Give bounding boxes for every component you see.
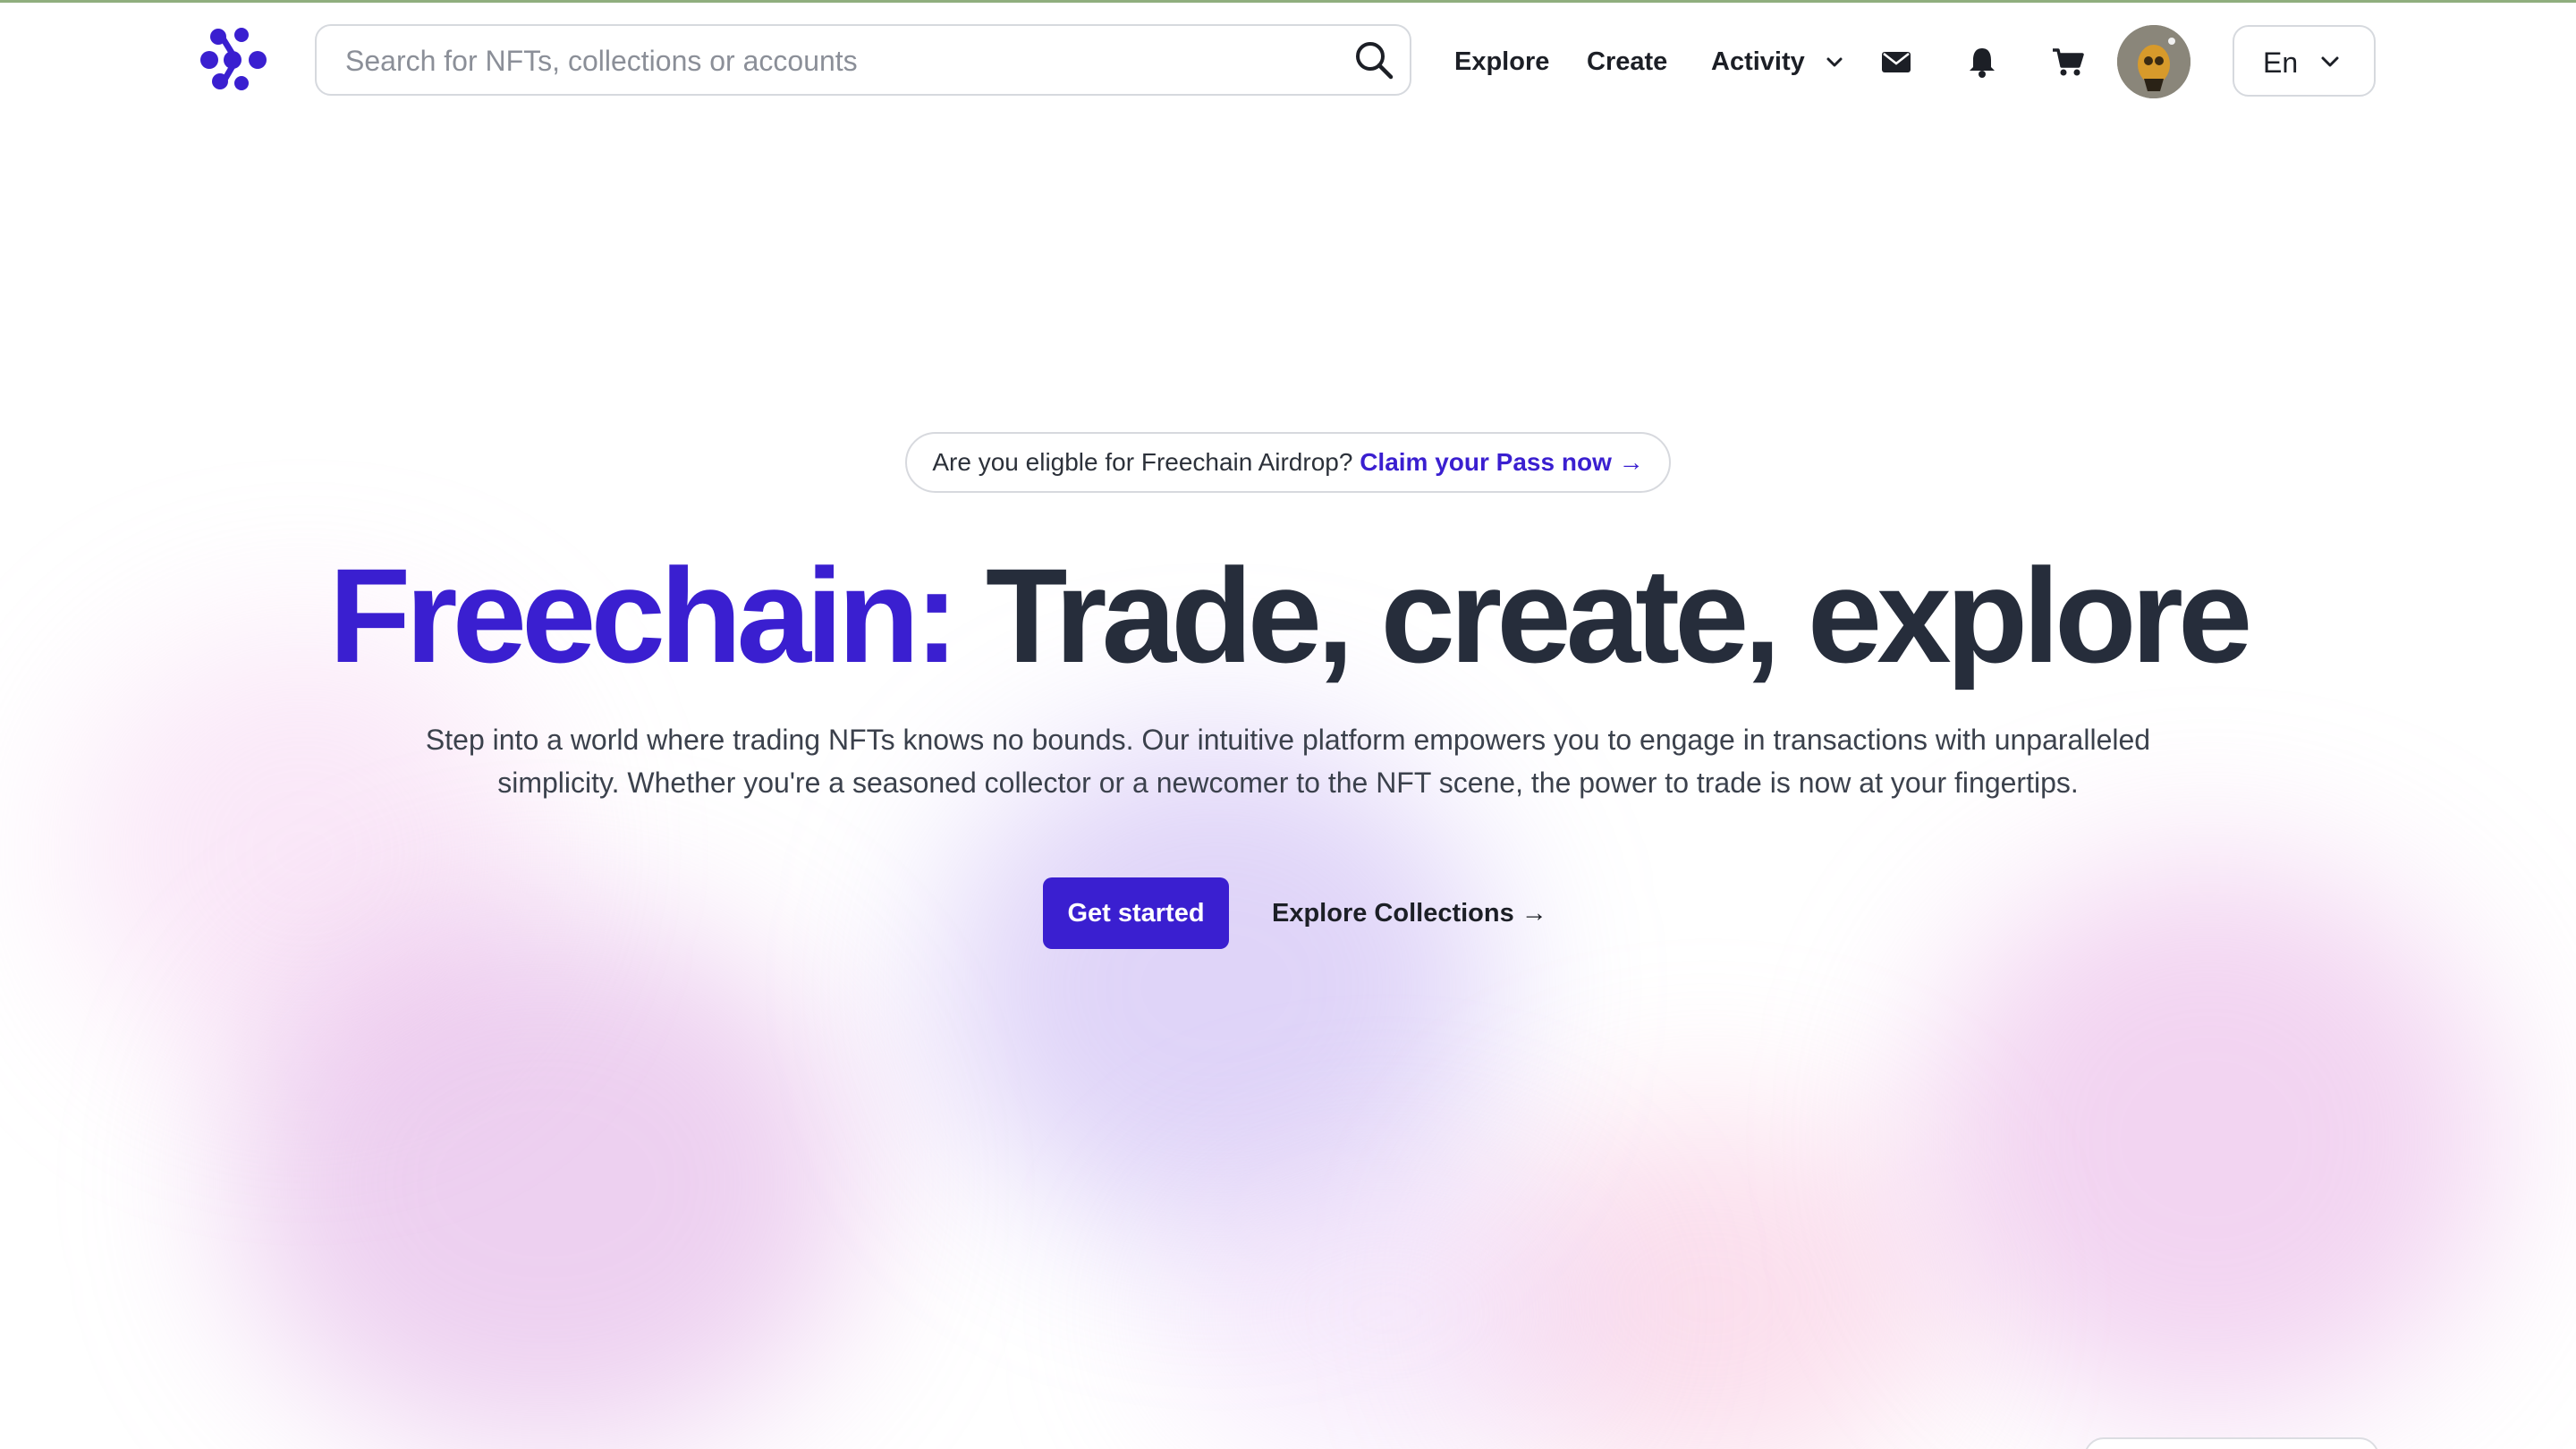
bell-icon[interactable] [1964, 44, 2000, 80]
background-blob [939, 736, 1494, 1237]
cart-icon[interactable] [2050, 44, 2086, 80]
hero-title: Freechain: Trade, create, explore [0, 539, 2576, 691]
explore-collections-link[interactable]: Explore Collections → [1272, 895, 1547, 931]
get-started-button[interactable]: Get started [1043, 877, 1229, 949]
page: Explore Create Activity [0, 0, 2576, 1449]
chevron-down-icon [2321, 56, 2339, 67]
nav-activity-dropdown[interactable]: Activity [1711, 44, 1805, 80]
background-blob [1163, 1165, 1610, 1449]
freechain-logo[interactable] [199, 26, 270, 92]
user-avatar[interactable] [2117, 25, 2190, 98]
background-blob [1923, 861, 2496, 1416]
hero-subtitle: Step into a world where trading NFTs kno… [425, 724, 2151, 799]
mail-icon[interactable] [1878, 44, 1914, 80]
language-selector[interactable]: En [2233, 25, 2376, 97]
hero-title-rest: Trade, create, explore [985, 540, 2252, 691]
announcement-text: Are you eligble for Freechain Airdrop? [932, 448, 1353, 476]
nav-create-link[interactable]: Create [1587, 44, 1667, 80]
claim-pass-link[interactable]: Claim your Pass now → [1360, 448, 1643, 476]
chevron-down-icon[interactable] [1825, 53, 1844, 72]
search-icon[interactable] [1352, 38, 1395, 81]
search-input[interactable] [343, 26, 1313, 96]
hero-title-brand: Freechain: [328, 540, 960, 691]
search-bar[interactable] [315, 24, 1411, 96]
airdrop-announcement: Are you eligble for Freechain Airdrop? C… [905, 432, 1671, 493]
top-navbar: Explore Create Activity [0, 3, 2576, 119]
nav-explore-link[interactable]: Explore [1454, 44, 1549, 80]
language-label: En [2263, 47, 2299, 79]
partial-card [2084, 1437, 2379, 1449]
background-blob [233, 915, 859, 1449]
avatar-image [2117, 25, 2190, 98]
